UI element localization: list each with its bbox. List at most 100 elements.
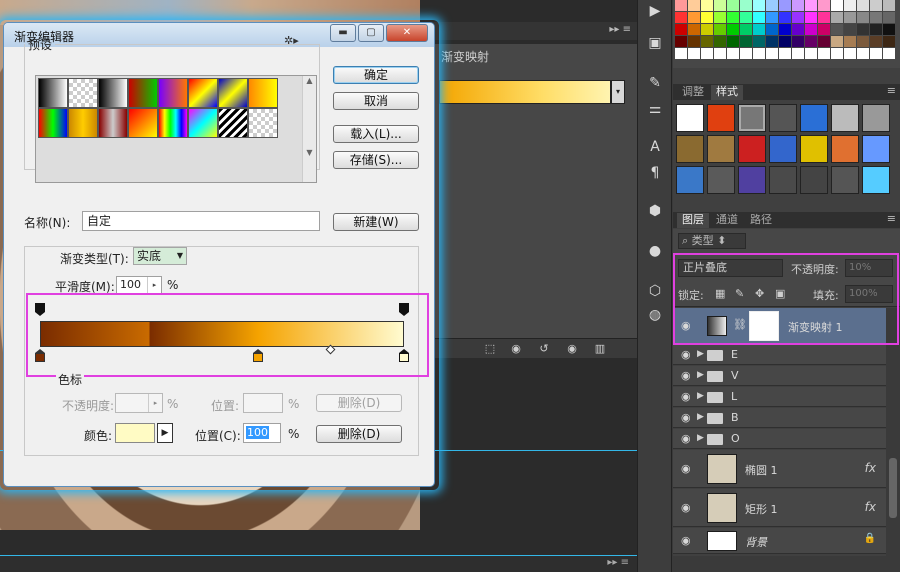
style-preset[interactable] xyxy=(862,104,890,132)
swatch[interactable] xyxy=(805,48,817,59)
brush-preset-icon[interactable]: ✎ xyxy=(644,72,666,94)
paragraph-icon[interactable]: ¶ xyxy=(644,162,666,184)
adjust-icon[interactable]: ⚌ xyxy=(644,98,666,120)
style-preset[interactable] xyxy=(862,135,890,163)
tab-adjustments[interactable]: 调整 xyxy=(677,85,709,100)
swatch[interactable] xyxy=(818,0,830,11)
swatch[interactable] xyxy=(870,48,882,59)
style-preset[interactable] xyxy=(676,135,704,163)
swatch[interactable] xyxy=(844,36,856,47)
swatch[interactable] xyxy=(844,0,856,11)
chevron-right-icon[interactable]: ▸ xyxy=(147,277,161,293)
style-preset[interactable] xyxy=(707,166,735,194)
gradient-bar[interactable] xyxy=(40,321,404,347)
swatch[interactable] xyxy=(805,0,817,11)
swatch[interactable] xyxy=(688,36,700,47)
swatch[interactable] xyxy=(844,24,856,35)
style-preset[interactable] xyxy=(676,166,704,194)
tab-layers[interactable]: 图层 xyxy=(677,213,709,228)
swatch[interactable] xyxy=(805,24,817,35)
close-icon[interactable]: ✕ xyxy=(386,24,428,42)
character-icon[interactable]: A xyxy=(644,136,666,158)
link-icon[interactable]: ⛓ xyxy=(733,318,747,331)
layer-row[interactable]: ◉ ▶ L xyxy=(673,387,886,407)
triangle-right-icon[interactable]: ▶ xyxy=(157,423,173,443)
swatch[interactable] xyxy=(753,12,765,23)
kuler-icon[interactable]: ● xyxy=(644,240,666,262)
swatch[interactable] xyxy=(792,24,804,35)
minimize-icon[interactable]: ▬ xyxy=(330,24,356,42)
swatch[interactable] xyxy=(766,12,778,23)
smoothness-field[interactable]: 100 ▸ xyxy=(116,276,162,294)
swatch[interactable] xyxy=(818,12,830,23)
stop-color-position-field[interactable]: 100 xyxy=(243,423,281,443)
tab-paths[interactable]: 路径 xyxy=(745,213,777,228)
swatch[interactable] xyxy=(753,24,765,35)
chevron-right-icon[interactable]: ▶ xyxy=(697,370,704,380)
swatch[interactable] xyxy=(792,12,804,23)
layer-filter-select[interactable]: ⌕ 类型 ⬍ xyxy=(678,233,746,249)
swatch[interactable] xyxy=(714,24,726,35)
panel-menu-icon[interactable]: ≡ xyxy=(887,212,896,225)
swatch[interactable] xyxy=(740,48,752,59)
name-input[interactable]: 自定 xyxy=(82,211,320,231)
swatch[interactable] xyxy=(675,24,687,35)
view-previous-icon[interactable]: ◉ xyxy=(508,341,524,357)
style-preset[interactable] xyxy=(769,166,797,194)
visibility-icon[interactable]: ◉ xyxy=(564,341,580,357)
chevron-right-icon[interactable]: ▶ xyxy=(697,349,704,359)
swatch[interactable] xyxy=(688,0,700,11)
eye-icon[interactable]: ◉ xyxy=(681,390,691,403)
fx-icon[interactable]: fx xyxy=(865,500,876,514)
gradient-preset[interactable] xyxy=(158,108,188,138)
swatch[interactable] xyxy=(883,24,895,35)
swatch[interactable] xyxy=(883,36,895,47)
stop-opacity-field[interactable]: ▸ xyxy=(115,393,163,413)
tab-styles[interactable]: 样式 xyxy=(711,85,743,100)
layers-scrollbar[interactable] xyxy=(886,308,900,556)
chevron-right-icon[interactable]: ▶ xyxy=(697,391,704,401)
swatch[interactable] xyxy=(844,48,856,59)
swatch[interactable] xyxy=(792,0,804,11)
gradient-dropdown-button[interactable]: ▾ xyxy=(611,80,625,104)
clip-to-layer-icon[interactable]: ⬚ xyxy=(482,341,498,357)
preset-grid[interactable] xyxy=(38,78,278,138)
gradient-type-select[interactable]: 实底 ▼ xyxy=(133,247,187,265)
layer-mask-thumb[interactable] xyxy=(749,311,779,341)
swatch[interactable] xyxy=(714,12,726,23)
color-stop[interactable] xyxy=(253,349,263,362)
gradient-preset[interactable] xyxy=(218,108,248,138)
gradient-preset[interactable] xyxy=(248,78,278,108)
fx-icon[interactable]: fx xyxy=(865,461,876,475)
opacity-field[interactable]: 10% xyxy=(845,259,893,277)
lock-move-icon[interactable]: ✥ xyxy=(755,287,764,300)
style-preset[interactable] xyxy=(769,135,797,163)
new-button[interactable]: 新建(W) xyxy=(333,213,419,231)
swatch[interactable] xyxy=(805,12,817,23)
lock-transparent-icon[interactable]: ▦ xyxy=(715,287,725,300)
opacity-stop[interactable] xyxy=(35,303,45,317)
layers-scroll-thumb[interactable] xyxy=(889,458,897,518)
eye-icon[interactable]: ◉ xyxy=(681,411,691,424)
color-stop-selected[interactable] xyxy=(399,349,409,362)
swatch[interactable] xyxy=(831,36,843,47)
swatch[interactable] xyxy=(753,36,765,47)
swatch[interactable] xyxy=(701,0,713,11)
swatch[interactable] xyxy=(792,48,804,59)
chevron-right-icon[interactable]: ▶ xyxy=(697,412,704,422)
stop-opacity-position-field[interactable] xyxy=(243,393,283,413)
swatch[interactable] xyxy=(779,36,791,47)
ok-button[interactable]: 确定 xyxy=(333,66,419,84)
lock-all-icon[interactable]: ▣ xyxy=(775,287,785,300)
swatch[interactable] xyxy=(870,0,882,11)
panel-collapse-icon[interactable]: ▸▸ ≡ xyxy=(609,24,631,35)
swatch[interactable] xyxy=(792,36,804,47)
gradient-preset[interactable] xyxy=(68,78,98,108)
gradient-preset[interactable] xyxy=(188,108,218,138)
swatch[interactable] xyxy=(779,24,791,35)
swatch[interactable] xyxy=(870,36,882,47)
swatch[interactable] xyxy=(818,36,830,47)
fill-field[interactable]: 100% xyxy=(845,285,893,303)
gradient-preset[interactable] xyxy=(98,78,128,108)
swatch[interactable] xyxy=(779,12,791,23)
